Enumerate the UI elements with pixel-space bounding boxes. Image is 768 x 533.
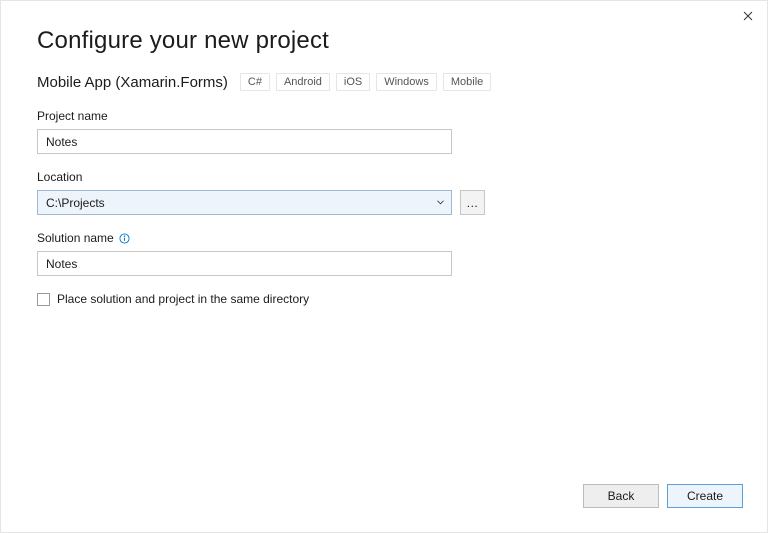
- same-directory-checkbox[interactable]: [37, 293, 50, 306]
- info-icon[interactable]: [119, 233, 130, 244]
- chevron-down-icon: [435, 198, 445, 208]
- solution-name-input[interactable]: [37, 251, 452, 276]
- tag-android: Android: [276, 73, 330, 91]
- tag-ios: iOS: [336, 73, 370, 91]
- close-button[interactable]: [739, 7, 757, 25]
- create-button[interactable]: Create: [667, 484, 743, 508]
- create-button-label: Create: [687, 489, 723, 503]
- tag-mobile: Mobile: [443, 73, 491, 91]
- back-button-label: Back: [608, 489, 635, 503]
- project-name-input[interactable]: [37, 129, 452, 154]
- location-combobox[interactable]: C:\Projects: [37, 190, 452, 215]
- tag-windows: Windows: [376, 73, 437, 91]
- solution-name-group: Solution name: [37, 231, 731, 276]
- page-title: Configure your new project: [37, 27, 731, 55]
- configure-project-dialog: Configure your new project Mobile App (X…: [0, 0, 768, 533]
- project-name-label: Project name: [37, 109, 731, 123]
- back-button[interactable]: Back: [583, 484, 659, 508]
- solution-name-label: Solution name: [37, 231, 114, 245]
- browse-button[interactable]: ...: [460, 190, 485, 215]
- location-group: Location C:\Projects ...: [37, 170, 731, 215]
- browse-button-label: ...: [467, 196, 479, 210]
- tag-csharp: C#: [240, 73, 270, 91]
- same-directory-label[interactable]: Place solution and project in the same d…: [57, 292, 309, 306]
- same-directory-row: Place solution and project in the same d…: [37, 292, 731, 306]
- project-name-group: Project name: [37, 109, 731, 154]
- template-row: Mobile App (Xamarin.Forms) C# Android iO…: [37, 73, 731, 91]
- location-value: C:\Projects: [46, 196, 435, 210]
- close-icon: [743, 8, 753, 24]
- location-label: Location: [37, 170, 731, 184]
- footer: Back Create: [583, 484, 743, 508]
- template-name: Mobile App (Xamarin.Forms): [37, 74, 228, 91]
